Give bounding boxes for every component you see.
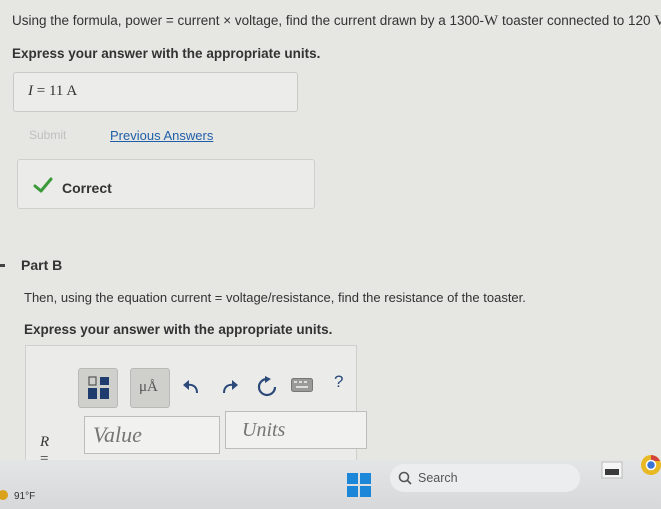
part-a-answer-box: I = 11 A — [13, 72, 298, 112]
templates-icon — [88, 376, 109, 399]
part-b-collapse-marker[interactable] — [0, 264, 5, 267]
feedback-box: Correct — [17, 159, 315, 209]
value-input[interactable] — [84, 416, 220, 454]
chrome-app-icon[interactable] — [639, 453, 661, 477]
checkmark-icon — [33, 177, 53, 193]
templates-button[interactable] — [78, 368, 118, 408]
feedback-label: Correct — [62, 180, 112, 196]
part-b-question: Then, using the equation current = volta… — [24, 290, 526, 305]
weather-icon[interactable] — [0, 489, 10, 501]
weather-temperature[interactable]: 91°F — [14, 491, 35, 502]
help-button[interactable]: ? — [334, 372, 343, 392]
answer-value: = 11 A — [33, 83, 78, 99]
submit-button[interactable]: Submit — [29, 128, 66, 142]
question-unit-watts: W — [484, 13, 499, 29]
reset-icon[interactable] — [256, 376, 278, 398]
search-label: Search — [418, 471, 458, 485]
units-button-label: μÅ — [139, 379, 158, 395]
widgets-icon[interactable] — [601, 461, 623, 479]
question-text-start: Using the formula, power = current × vol… — [12, 13, 485, 28]
taskbar-search[interactable]: Search — [390, 464, 580, 492]
units-input[interactable] — [225, 411, 367, 449]
search-icon — [398, 471, 412, 485]
previous-answers-link[interactable]: Previous Answers — [110, 128, 213, 143]
redo-icon[interactable] — [220, 378, 240, 396]
keyboard-icon[interactable] — [291, 378, 313, 392]
windows-start-icon[interactable] — [347, 473, 371, 497]
undo-icon[interactable] — [181, 378, 201, 396]
units-button[interactable]: μÅ — [130, 368, 170, 408]
part-b-instruction: Express your answer with the appropriate… — [24, 322, 333, 337]
question-text-mid: toaster connected to 120 — [498, 13, 655, 28]
variable-r: R — [40, 434, 50, 450]
part-b-title[interactable]: Part B — [21, 257, 62, 273]
part-a-question: Using the formula, power = current × vol… — [12, 13, 661, 30]
part-a-answer: I = 11 A — [28, 83, 77, 100]
part-a-instruction: Express your answer with the appropriate… — [12, 46, 321, 61]
question-unit-volts: V — [654, 13, 661, 29]
